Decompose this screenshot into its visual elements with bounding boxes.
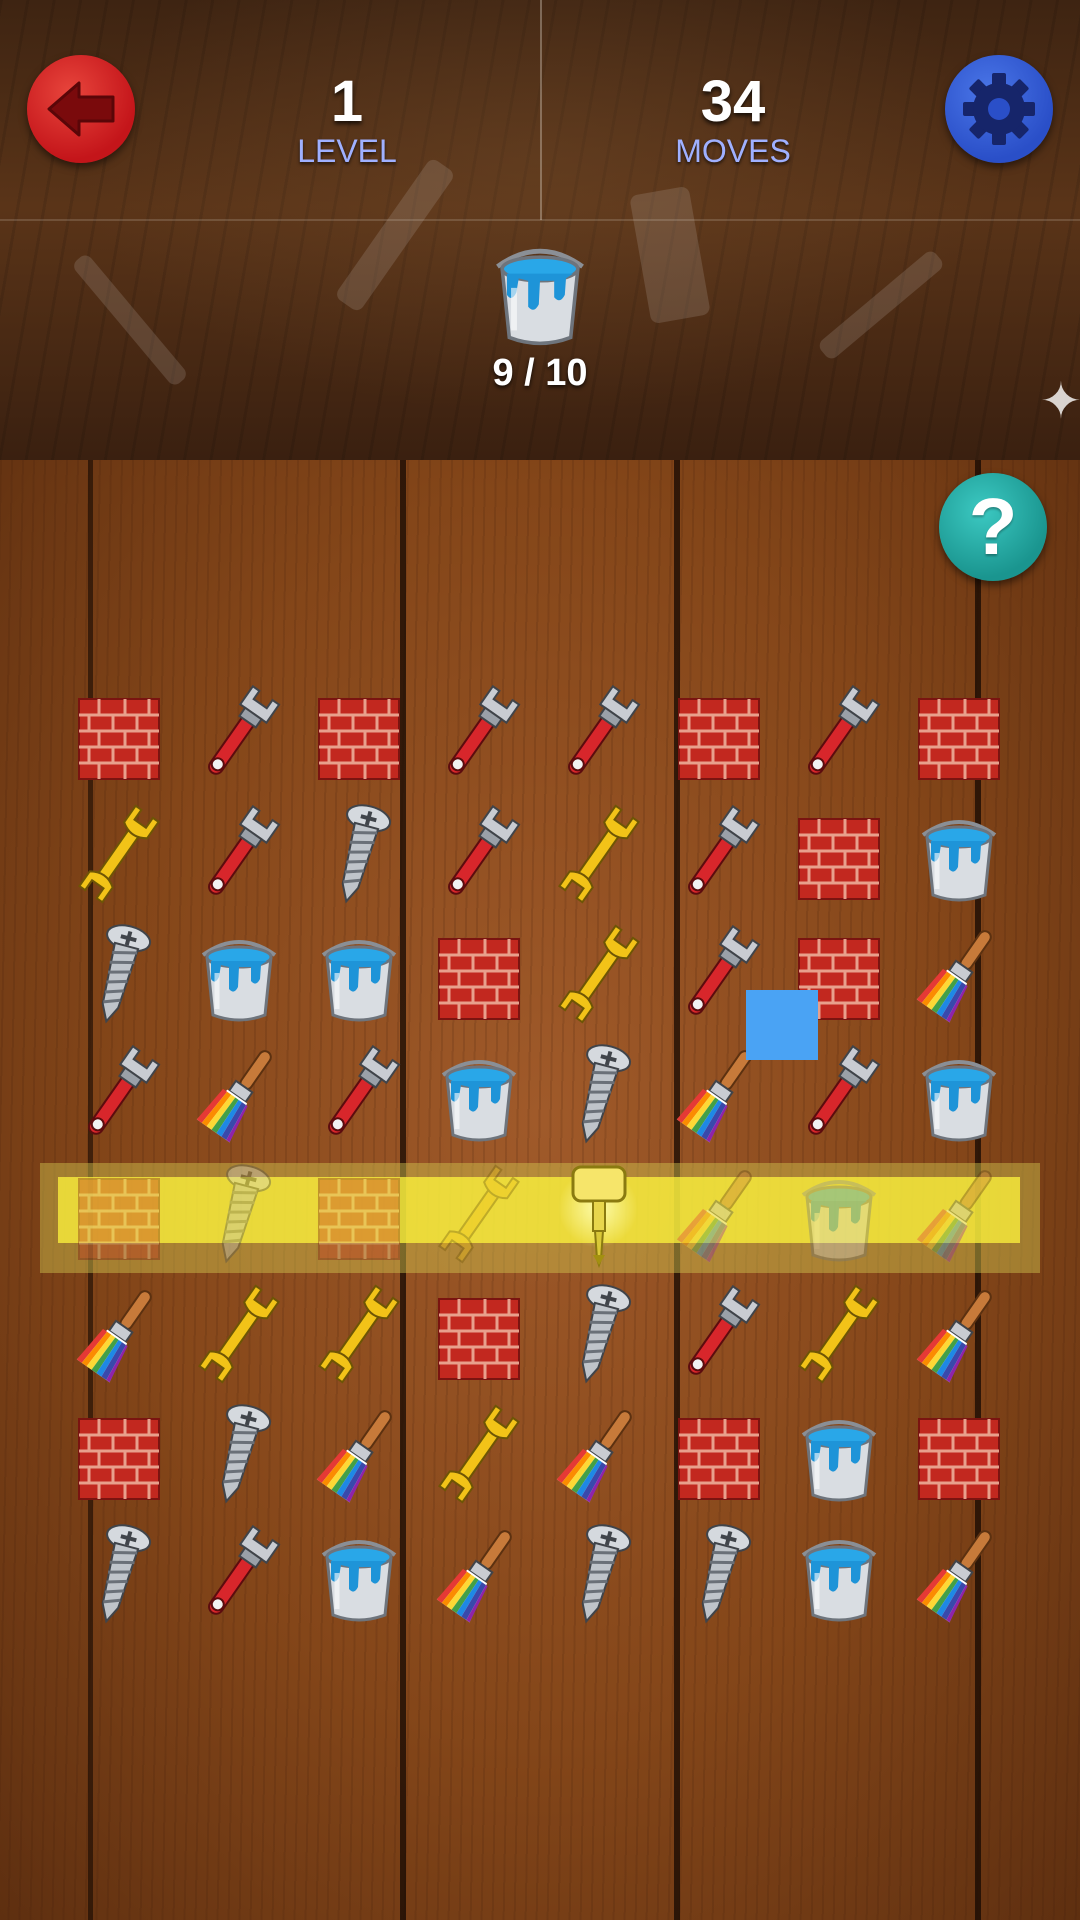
paint-brush-icon[interactable] xyxy=(909,1159,1009,1269)
screw-icon[interactable] xyxy=(69,919,169,1029)
screw-icon[interactable] xyxy=(69,1519,169,1629)
brick-icon[interactable] xyxy=(69,679,169,789)
adjustable-wrench-icon[interactable] xyxy=(429,679,529,789)
hud-divider xyxy=(0,219,1080,221)
screw-icon[interactable] xyxy=(669,1519,769,1629)
paint-brush-icon[interactable] xyxy=(909,1519,1009,1629)
brick-icon[interactable] xyxy=(429,919,529,1029)
hud-header: 1 LEVEL 34 MOVES 9 / 10 ✦ xyxy=(0,0,1080,460)
selection-cursor xyxy=(746,990,818,1060)
paint-bucket-icon[interactable] xyxy=(789,1519,889,1629)
paint-brush-icon[interactable] xyxy=(429,1519,529,1629)
back-button[interactable] xyxy=(27,55,135,163)
adjustable-wrench-icon[interactable] xyxy=(69,1039,169,1149)
paint-brush-icon[interactable] xyxy=(909,919,1009,1029)
moves-label: MOVES xyxy=(675,133,791,169)
open-end-wrench-icon[interactable] xyxy=(429,1399,529,1509)
paint-brush-icon[interactable] xyxy=(909,1279,1009,1389)
screw-icon[interactable] xyxy=(549,1519,649,1629)
open-end-wrench-icon[interactable] xyxy=(309,1279,409,1389)
paint-bucket-icon[interactable] xyxy=(909,1039,1009,1149)
paint-bucket-icon[interactable] xyxy=(189,919,289,1029)
paint-brush-icon[interactable] xyxy=(549,1399,649,1509)
moves-value: 34 xyxy=(700,69,766,134)
paint-brush-icon[interactable] xyxy=(69,1279,169,1389)
open-end-wrench-icon[interactable] xyxy=(429,1159,529,1269)
brick-icon[interactable] xyxy=(669,1399,769,1509)
paint-bucket-icon xyxy=(496,248,584,346)
brick-icon[interactable] xyxy=(309,1159,409,1269)
screw-icon[interactable] xyxy=(189,1159,289,1269)
brick-icon[interactable] xyxy=(909,1399,1009,1509)
level-label: LEVEL xyxy=(297,133,397,169)
goal-progress: 9 / 10 xyxy=(492,352,588,394)
adjustable-wrench-icon[interactable] xyxy=(189,679,289,789)
back-arrow-icon xyxy=(47,81,115,137)
background-tool xyxy=(70,252,190,388)
hud-divider xyxy=(540,0,542,220)
background-tool xyxy=(629,185,711,325)
brick-icon[interactable] xyxy=(669,679,769,789)
paint-bucket-icon[interactable] xyxy=(309,919,409,1029)
brick-icon[interactable] xyxy=(309,679,409,789)
paint-bucket-icon[interactable] xyxy=(309,1519,409,1629)
open-end-wrench-icon[interactable] xyxy=(189,1279,289,1389)
paint-brush-icon[interactable] xyxy=(309,1399,409,1509)
screw-icon[interactable] xyxy=(189,1399,289,1509)
goal-paint-bucket-icon xyxy=(480,224,600,354)
background-tool xyxy=(816,248,946,362)
settings-button[interactable] xyxy=(945,55,1053,163)
open-end-wrench-icon[interactable] xyxy=(549,919,649,1029)
adjustable-wrench-icon[interactable] xyxy=(669,799,769,909)
open-end-wrench-icon[interactable] xyxy=(549,799,649,909)
adjustable-wrench-icon[interactable] xyxy=(429,799,529,909)
brick-icon[interactable] xyxy=(429,1279,529,1389)
screw-icon[interactable] xyxy=(549,1039,649,1149)
adjustable-wrench-icon[interactable] xyxy=(669,1279,769,1389)
adjustable-wrench-icon[interactable] xyxy=(189,799,289,909)
brick-icon[interactable] xyxy=(69,1159,169,1269)
level-value: 1 xyxy=(330,69,364,134)
brick-icon[interactable] xyxy=(909,679,1009,789)
screw-icon[interactable] xyxy=(549,1279,649,1389)
gear-icon xyxy=(963,73,1035,145)
screw-icon[interactable] xyxy=(309,799,409,909)
paint-brush-icon[interactable] xyxy=(669,1159,769,1269)
brick-icon[interactable] xyxy=(69,1399,169,1509)
brick-icon[interactable] xyxy=(789,799,889,909)
adjustable-wrench-icon[interactable] xyxy=(789,679,889,789)
paint-brush-icon[interactable] xyxy=(189,1039,289,1149)
paint-bucket-icon[interactable] xyxy=(909,799,1009,909)
open-end-wrench-icon[interactable] xyxy=(69,799,169,909)
paint-bucket-icon[interactable] xyxy=(789,1399,889,1509)
adjustable-wrench-icon[interactable] xyxy=(549,679,649,789)
background-tool xyxy=(333,156,457,314)
sparkle-icon: ✦ xyxy=(1040,373,1080,429)
paint-bucket-icon[interactable] xyxy=(789,1159,889,1269)
question-mark-icon: ? xyxy=(968,482,1018,571)
adjustable-wrench-icon[interactable] xyxy=(309,1039,409,1149)
drill-icon[interactable] xyxy=(549,1159,649,1269)
open-end-wrench-icon[interactable] xyxy=(789,1279,889,1389)
paint-bucket-icon[interactable] xyxy=(429,1039,529,1149)
adjustable-wrench-icon[interactable] xyxy=(189,1519,289,1629)
